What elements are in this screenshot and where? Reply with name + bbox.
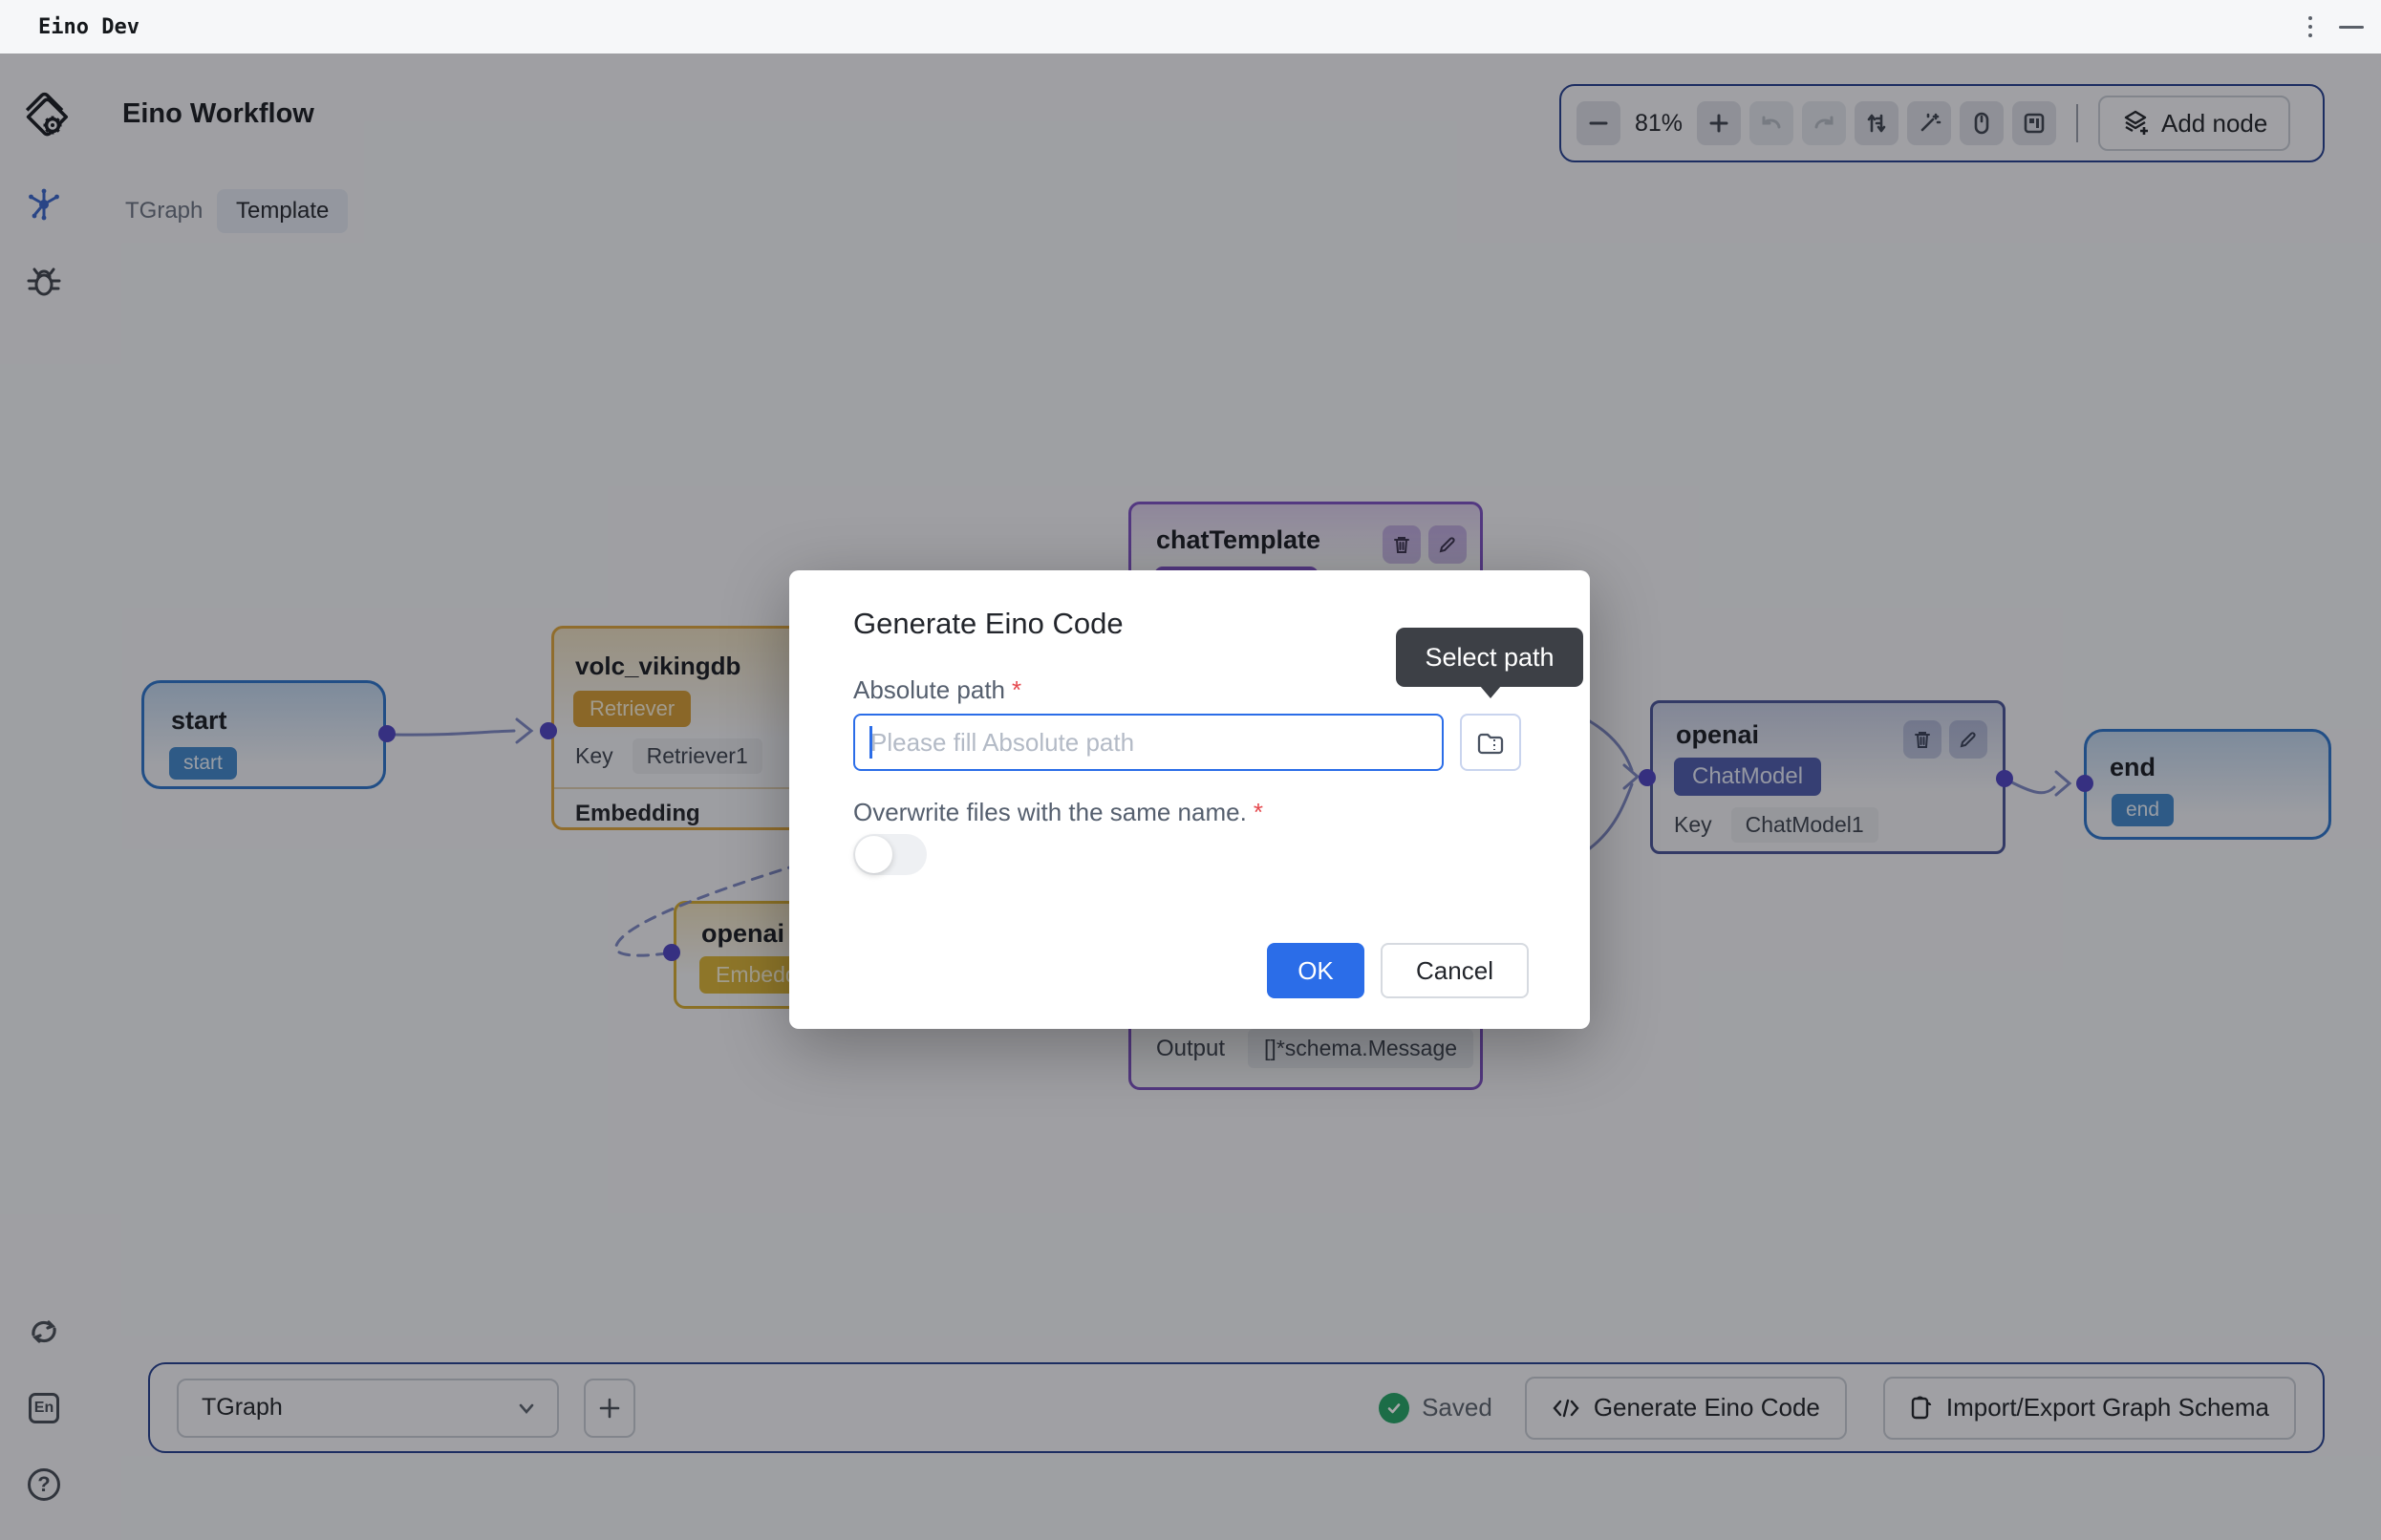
absolute-path-label-text: Absolute path — [853, 675, 1005, 704]
select-path-button[interactable] — [1460, 714, 1521, 771]
text-caret — [869, 726, 872, 759]
generate-eino-code-dialog: Generate Eino Code Absolute path* Select… — [789, 570, 1590, 1029]
overwrite-label: Overwrite files with the same name.* — [853, 798, 1263, 827]
window-title: Eino Dev — [38, 15, 139, 39]
window-minimize-icon[interactable] — [2339, 26, 2364, 29]
required-marker: * — [1012, 675, 1021, 704]
required-marker: * — [1254, 798, 1263, 826]
absolute-path-input[interactable] — [853, 714, 1444, 771]
window-titlebar: Eino Dev — [0, 0, 2381, 53]
ok-button[interactable]: OK — [1267, 943, 1364, 998]
overwrite-toggle[interactable] — [853, 834, 927, 875]
dialog-title: Generate Eino Code — [853, 607, 1124, 641]
toggle-knob — [855, 836, 892, 873]
absolute-path-label: Absolute path* — [853, 675, 1021, 705]
select-path-tooltip: Select path — [1396, 628, 1583, 687]
cancel-button[interactable]: Cancel — [1381, 943, 1529, 998]
folder-icon — [1476, 730, 1505, 755]
overwrite-label-text: Overwrite files with the same name. — [853, 798, 1247, 826]
window-menu-icon[interactable] — [2303, 11, 2318, 43]
